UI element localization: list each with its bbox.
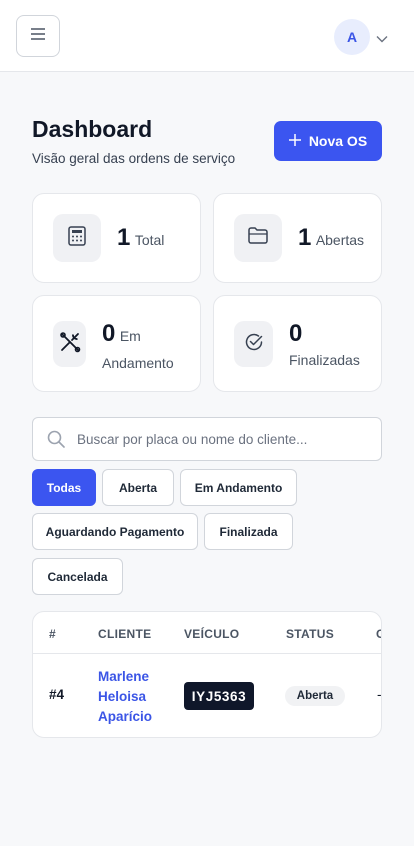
column-header-status[interactable]: STATUS — [286, 627, 334, 641]
stat-value-in-progress: 0 — [102, 320, 116, 347]
tools-icon — [59, 331, 81, 358]
license-plate: IYJ5363 — [184, 682, 254, 710]
filter-finalizada[interactable]: Finalizada — [204, 513, 293, 550]
stat-label-total: Total — [134, 232, 165, 248]
column-header-vehicle[interactable]: VEÍCULO — [184, 627, 239, 641]
menu-button[interactable] — [16, 15, 60, 57]
stat-value-finished: 0 — [289, 320, 303, 347]
top-bar: A — [0, 0, 414, 72]
filter-aberta[interactable]: Aberta — [102, 469, 174, 506]
filter-todas[interactable]: Todas — [32, 469, 96, 506]
column-header-id[interactable]: # — [49, 627, 56, 641]
page-title: Dashboard — [32, 116, 153, 142]
stat-value-total: 1 — [117, 224, 131, 251]
stat-label-in-progress: Em — [119, 328, 141, 344]
filter-aguardando-pagamento[interactable]: Aguardando Pagamento — [32, 513, 198, 550]
filter-em-andamento[interactable]: Em Andamento — [180, 469, 297, 506]
search-icon — [47, 430, 65, 453]
client-name-line: Marlene — [98, 669, 150, 684]
header-divider — [33, 653, 381, 654]
stat-card-total: 1 Total — [32, 193, 201, 283]
stat-icon-box — [53, 214, 101, 262]
avatar-initial: A — [346, 29, 358, 45]
client-name-line: Aparício — [98, 709, 153, 724]
filter-cancelada[interactable]: Cancelada — [32, 558, 123, 595]
chevron-down-icon[interactable] — [376, 30, 388, 48]
column-header-more[interactable]: C — [376, 627, 381, 641]
stat-icon-box — [234, 214, 282, 262]
check-circle-icon — [244, 332, 264, 357]
orders-table: # CLIENTE VEÍCULO STATUS C #4 Marlene He… — [32, 611, 382, 738]
order-id: #4 — [49, 687, 65, 702]
stat-label-finished: Finalizadas — [289, 352, 360, 368]
stat-value-open: 1 — [298, 224, 312, 251]
stat-icon-box — [234, 321, 273, 367]
calculator-icon — [68, 225, 86, 251]
page-subtitle: Visão geral das ordens de serviço — [32, 151, 236, 166]
plus-icon — [288, 133, 301, 149]
client-name-link[interactable]: Marlene Heloisa Aparício — [98, 667, 152, 727]
column-header-client[interactable]: CLIENTE — [98, 627, 151, 641]
new-order-label: Nova OS — [308, 133, 368, 149]
stat-label-in-progress-2: Andamento — [102, 355, 174, 371]
avatar[interactable]: A — [334, 19, 370, 55]
new-order-button[interactable]: Nova OS — [274, 121, 382, 161]
stat-card-in-progress: 0 Em Andamento — [32, 295, 201, 392]
stat-card-open: 1 Abertas — [213, 193, 382, 283]
client-name-line: Heloisa — [98, 689, 147, 704]
row-extra-cell: - — [377, 687, 382, 702]
folder-icon — [248, 227, 268, 249]
search-box — [32, 417, 382, 461]
search-input[interactable] — [77, 418, 373, 460]
stat-icon-box — [53, 321, 86, 367]
hamburger-icon — [31, 27, 45, 45]
stat-label-open: Abertas — [315, 232, 365, 248]
status-badge: Aberta — [285, 686, 345, 706]
stat-card-finished: 0 Finalizadas — [213, 295, 382, 392]
